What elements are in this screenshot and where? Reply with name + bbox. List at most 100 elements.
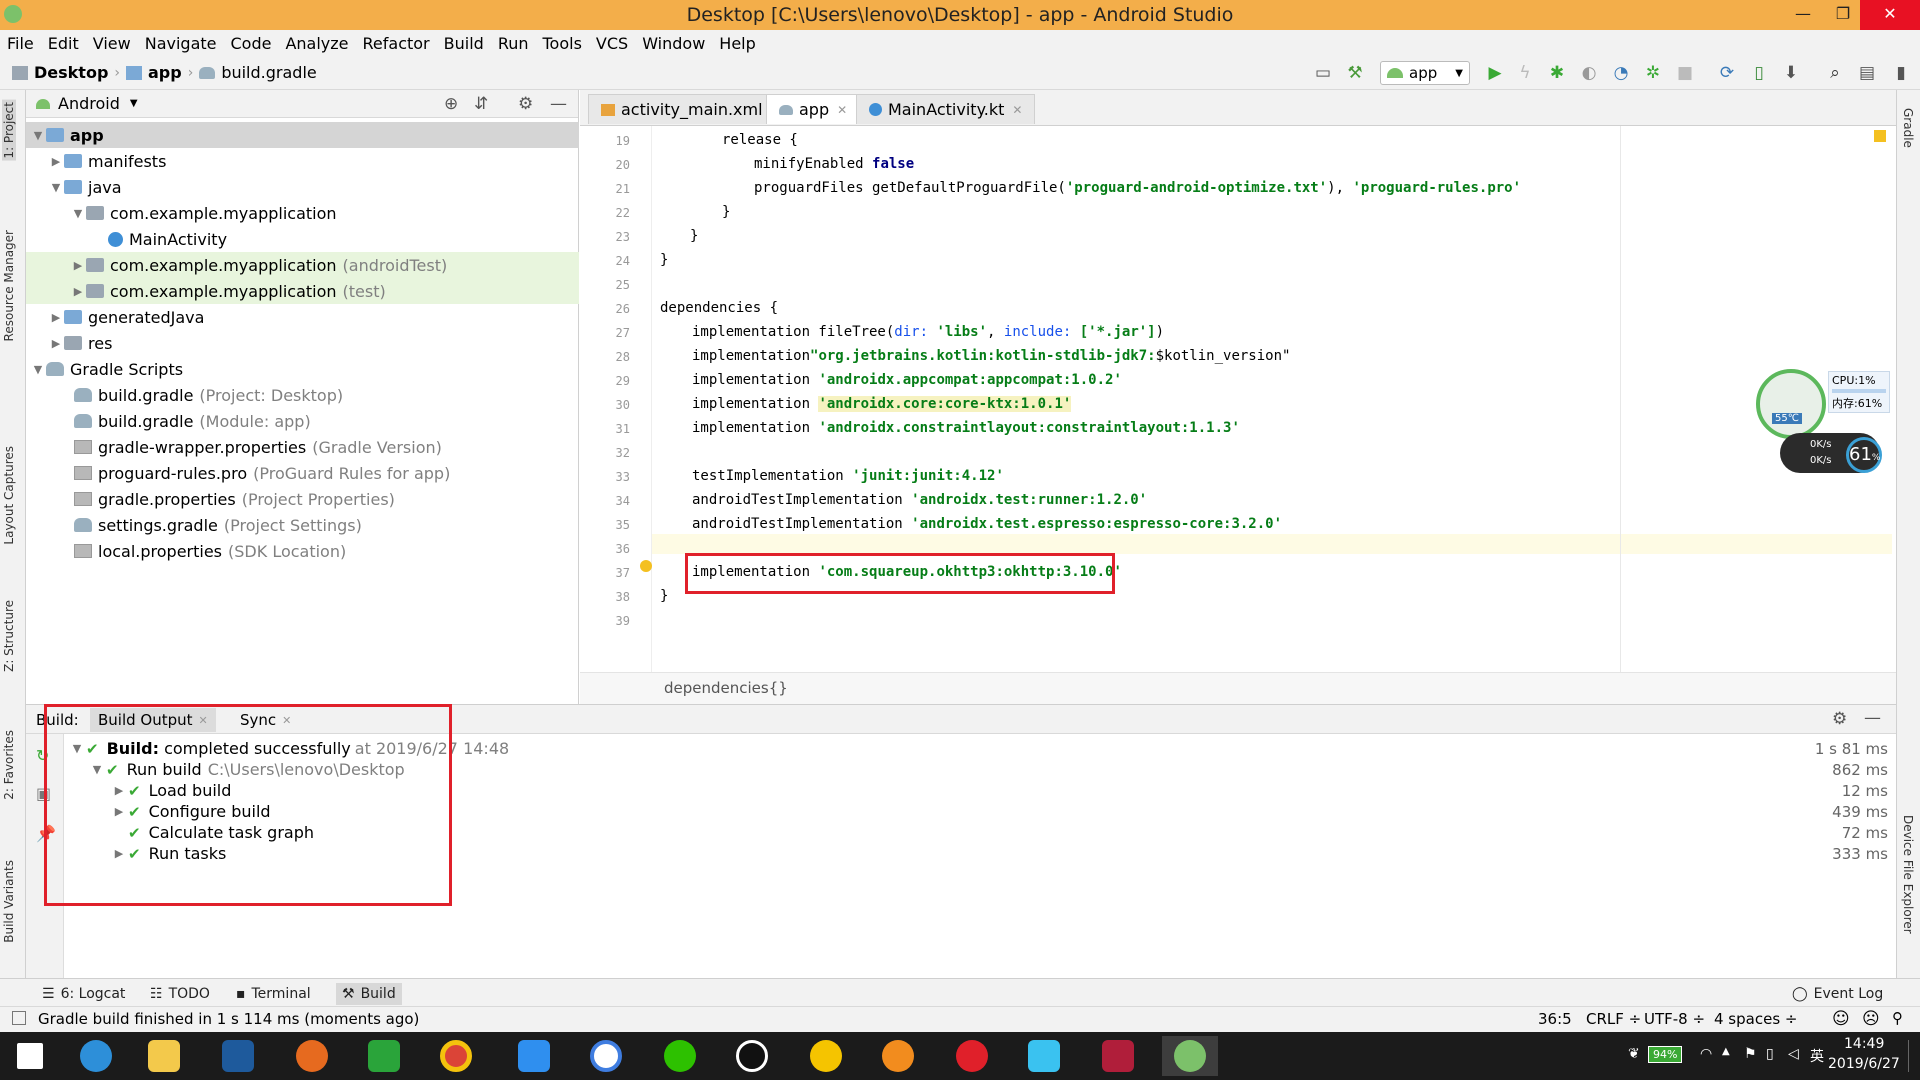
baidu-netdisk-icon[interactable] [578, 1036, 634, 1076]
inspection-status-icon[interactable] [1874, 130, 1886, 142]
wifi-app-icon[interactable] [870, 1036, 926, 1076]
firefox-icon[interactable] [284, 1036, 340, 1076]
tool-build-variants[interactable]: Build Variants [2, 860, 16, 943]
file-explorer-icon[interactable] [136, 1036, 192, 1076]
close-icon[interactable]: ✕ [837, 103, 847, 117]
run-icon[interactable]: ▶ [1484, 62, 1506, 84]
layout-icon[interactable]: ▭ [1312, 62, 1334, 84]
menu-help[interactable]: Help [719, 34, 755, 53]
tree-item-build-gradle-module[interactable]: build.gradle (Module: app) [26, 408, 579, 434]
menu-navigate[interactable]: Navigate [145, 34, 217, 53]
breadcrumb-file[interactable]: build.gradle [221, 63, 316, 82]
search-icon[interactable]: ⌕ [1824, 62, 1846, 84]
collapse-icon[interactable]: ⇵ [474, 94, 488, 114]
indent-setting[interactable]: 4 spaces ÷ [1714, 1010, 1797, 1028]
tool-device-file-explorer[interactable]: Device File Explorer [1901, 815, 1915, 934]
lenovo-icon[interactable] [210, 1036, 266, 1076]
tree-item-proguard[interactable]: proguard-rules.pro (ProGuard Rules for ap… [26, 460, 579, 486]
tool-layout-captures[interactable]: Layout Captures [2, 446, 16, 545]
happy-face-icon[interactable]: ☺ [1832, 1009, 1850, 1029]
flag-icon[interactable]: ⚑ [1744, 1046, 1757, 1062]
tab-mainactivity-kt[interactable]: MainActivity.kt ✕ [856, 94, 1036, 124]
menu-file[interactable]: File [7, 34, 34, 53]
menu-run[interactable]: Run [498, 34, 529, 53]
tree-item-manifests[interactable]: ▶ manifests [26, 148, 579, 174]
tree-item-build-gradle-project[interactable]: build.gradle (Project: Desktop) [26, 382, 579, 408]
volume-icon[interactable]: ◁ [1788, 1046, 1799, 1062]
project-structure-icon[interactable]: ▤ [1856, 62, 1878, 84]
breadcrumb-app[interactable]: app [148, 63, 182, 82]
close-icon[interactable]: ✕ [1012, 103, 1022, 117]
menu-window[interactable]: Window [642, 34, 705, 53]
tree-item-gradle-wrapper[interactable]: gradle-wrapper.properties (Gradle Version… [26, 434, 579, 460]
sad-face-icon[interactable]: ☹ [1862, 1009, 1880, 1029]
tab-todo[interactable]: ☷ TODO [144, 983, 216, 1005]
tab-logcat[interactable]: ☰ 6: Logcat [36, 983, 131, 1005]
windows-start-icon[interactable] [2, 1036, 58, 1076]
tray-expand-icon[interactable]: ▲ [1722, 1046, 1730, 1057]
tab-build[interactable]: ⚒ Build [336, 983, 402, 1005]
hide-icon[interactable]: — [550, 94, 567, 114]
tree-item-java[interactable]: ▼ java [26, 174, 579, 200]
project-view-selector[interactable]: Android [58, 94, 120, 113]
tree-item-mainactivity[interactable]: MainActivity [26, 226, 579, 252]
run-config-dropdown[interactable]: app ▼ [1380, 61, 1470, 85]
debug-icon[interactable]: ✱ [1546, 62, 1568, 84]
wifi-icon[interactable]: ◠ [1700, 1046, 1712, 1062]
tab-activity-main-xml[interactable]: activity_main.xml✕ [588, 94, 794, 124]
network-icon[interactable]: ▯ [1766, 1046, 1774, 1062]
hide-icon[interactable]: — [1864, 708, 1881, 728]
tree-item-generatedjava[interactable]: ▶ generatedJava [26, 304, 579, 330]
file-encoding[interactable]: UTF-8 ÷ [1644, 1010, 1705, 1028]
status-message[interactable]: Gradle build finished in 1 s 114 ms (mom… [38, 1010, 419, 1028]
more-icon[interactable]: ▮ [1890, 62, 1912, 84]
chevron-down-icon[interactable]: ▼ [130, 98, 138, 109]
menu-code[interactable]: Code [231, 34, 272, 53]
tool-resource-manager[interactable]: Resource Manager [2, 230, 16, 341]
dingtalk-icon[interactable] [506, 1036, 562, 1076]
tree-item-package-test[interactable]: ▶ com.example.myapplication (test) [26, 278, 579, 304]
breadcrumb-desktop[interactable]: Desktop [34, 63, 108, 82]
menu-edit[interactable]: Edit [48, 34, 79, 53]
caret-position[interactable]: 36:5 [1538, 1010, 1572, 1028]
battery-indicator[interactable]: 94% [1648, 1046, 1683, 1063]
sync-gradle-icon[interactable]: ⟳ [1716, 62, 1738, 84]
leaf-icon[interactable]: ❦ [1628, 1046, 1640, 1062]
tree-item-settings-gradle[interactable]: settings.gradle (Project Settings) [26, 512, 579, 538]
tree-item-res[interactable]: ▶ res [26, 330, 579, 356]
video-player-icon[interactable] [1016, 1036, 1072, 1076]
chrome-icon[interactable] [428, 1036, 484, 1076]
store-icon[interactable] [356, 1036, 412, 1076]
menu-refactor[interactable]: Refactor [363, 34, 430, 53]
menu-build[interactable]: Build [444, 34, 484, 53]
android-studio-taskbar-icon[interactable] [1162, 1036, 1218, 1076]
tree-item-gradle-properties[interactable]: gradle.properties (Project Properties) [26, 486, 579, 512]
close-button[interactable]: ✕ [1860, 0, 1920, 30]
clock-time[interactable]: 14:49 [1844, 1036, 1884, 1052]
tree-item-local-properties[interactable]: local.properties (SDK Location) [26, 538, 579, 564]
hammer-icon[interactable]: ⚒ [1344, 62, 1366, 84]
avd-manager-icon[interactable]: ▯ [1748, 62, 1770, 84]
lightbulb-icon[interactable] [640, 560, 652, 572]
ie-icon[interactable] [68, 1036, 124, 1076]
menu-vcs[interactable]: VCS [596, 34, 628, 53]
menu-view[interactable]: View [93, 34, 131, 53]
tab-terminal[interactable]: ▪ Terminal [230, 983, 317, 1005]
line-separator[interactable]: CRLF ÷ [1586, 1010, 1641, 1028]
tree-item-gradle-scripts[interactable]: ▼ Gradle Scripts [26, 356, 579, 382]
screenshot-icon[interactable] [1090, 1036, 1146, 1076]
clock-date[interactable]: 2019/6/27 [1828, 1056, 1900, 1072]
apply-changes-icon[interactable]: ϟ [1514, 62, 1536, 84]
show-desktop-button[interactable] [1908, 1040, 1916, 1072]
gear-icon[interactable]: ⚙ [1832, 709, 1847, 729]
coverage-icon[interactable]: ✲ [1642, 62, 1664, 84]
profile-icon[interactable]: ◔ [1610, 62, 1632, 84]
tree-item-package-androidtest[interactable]: ▶ com.example.myapplication (androidTest) [26, 252, 579, 278]
event-log-button[interactable]: ◯ Event Log [1786, 983, 1889, 1005]
locate-icon[interactable]: ⊕ [444, 94, 458, 114]
music-icon[interactable] [798, 1036, 854, 1076]
menu-analyze[interactable]: Analyze [285, 34, 348, 53]
tree-item-package[interactable]: ▼ com.example.myapplication [26, 200, 579, 226]
tool-project[interactable]: 1: Project [2, 100, 16, 161]
stop-icon[interactable]: ■ [1674, 62, 1696, 84]
